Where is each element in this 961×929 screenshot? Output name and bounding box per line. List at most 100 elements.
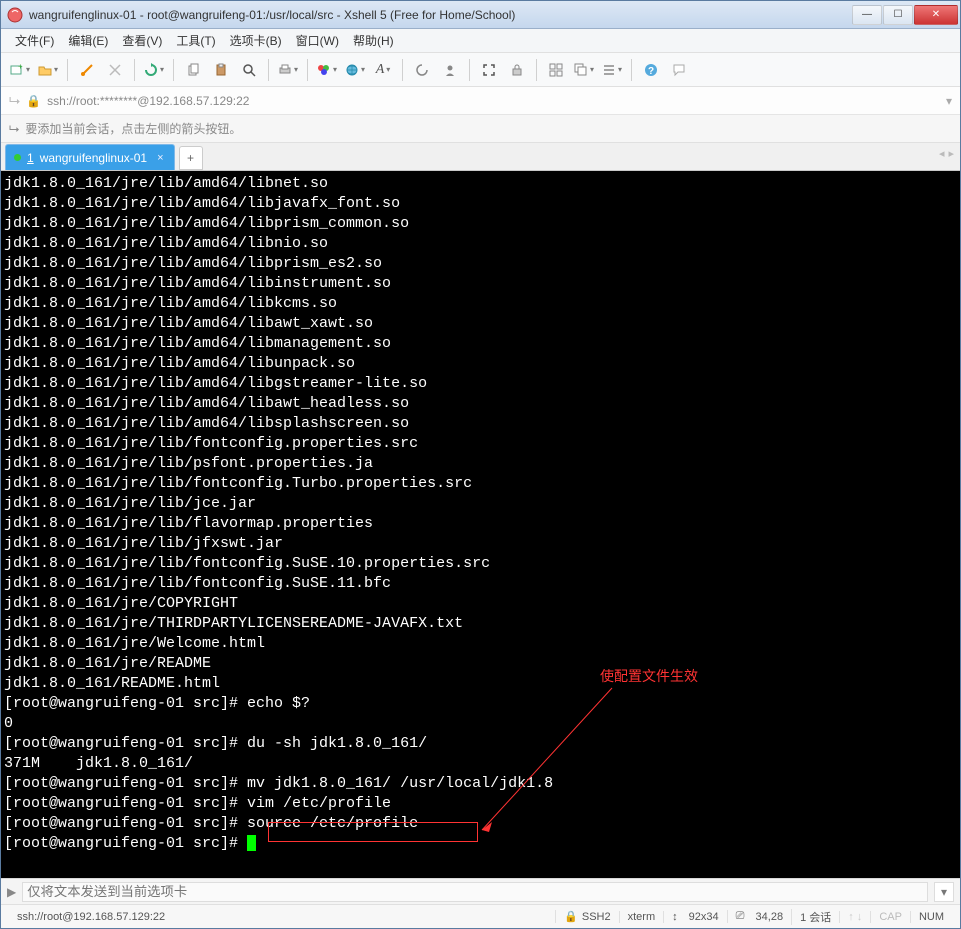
status-sessions: 1 会话	[791, 909, 839, 925]
tab-prev-icon[interactable]: ◂	[939, 147, 945, 160]
disconnect-button[interactable]	[104, 59, 126, 81]
terminal-line: [root@wangruifeng-01 src]# mv jdk1.8.0_1…	[4, 774, 957, 794]
terminal-line: jdk1.8.0_161/jre/lib/amd64/libgstreamer-…	[4, 374, 957, 394]
sendbar-input[interactable]	[22, 882, 928, 902]
list-icon[interactable]	[601, 59, 623, 81]
separator	[307, 59, 308, 81]
paste-button[interactable]	[210, 59, 232, 81]
tab-add-button[interactable]: +	[179, 146, 203, 170]
terminal-prompt[interactable]: [root@wangruifeng-01 src]#	[4, 834, 957, 854]
status-num: NUM	[910, 911, 952, 923]
help-icon[interactable]: ?	[640, 59, 662, 81]
terminal-line: 0	[4, 714, 957, 734]
terminal[interactable]: jdk1.8.0_161/jre/lib/amd64/libnet.sojdk1…	[1, 171, 960, 878]
separator	[631, 59, 632, 81]
globe-button[interactable]	[344, 59, 366, 81]
terminal-line: jdk1.8.0_161/jre/Welcome.html	[4, 634, 957, 654]
status-term: xterm	[619, 911, 664, 923]
cursor	[247, 835, 256, 851]
svg-text:?: ?	[648, 66, 654, 77]
toolbar: + A ?	[1, 53, 960, 87]
terminal-line: jdk1.8.0_161/jre/lib/fontconfig.Turbo.pr…	[4, 474, 957, 494]
maximize-button[interactable]: ☐	[883, 5, 913, 25]
terminal-line: jdk1.8.0_161/jre/lib/amd64/libjavafx_fon…	[4, 194, 957, 214]
menu-help[interactable]: 帮助(H)	[347, 30, 400, 51]
menu-edit[interactable]: 编辑(E)	[62, 30, 114, 51]
font-button[interactable]: A	[372, 59, 394, 81]
tab-next-icon[interactable]: ▸	[948, 147, 954, 160]
open-button[interactable]	[37, 59, 59, 81]
addressbar-dropdown-icon[interactable]: ▾	[946, 94, 952, 108]
terminal-line: jdk1.8.0_161/jre/lib/amd64/libnio.so	[4, 234, 957, 254]
tab-status-icon	[14, 154, 21, 161]
terminal-line: jdk1.8.0_161/jre/lib/jfxswt.jar	[4, 534, 957, 554]
fullscreen-icon[interactable]	[478, 59, 500, 81]
profile-icon[interactable]	[439, 59, 461, 81]
sendbar-dropdown[interactable]: ▾	[934, 882, 954, 902]
sendbar: ▶ ▾	[1, 878, 960, 904]
status-cursor: ⎚ 34,28	[727, 910, 791, 923]
color-button[interactable]	[316, 59, 338, 81]
terminal-line: [root@wangruifeng-01 src]# echo $?	[4, 694, 957, 714]
terminal-line: jdk1.8.0_161/jre/README	[4, 654, 957, 674]
hint-text: 要添加当前会话，点击左侧的箭头按钮。	[25, 120, 241, 137]
separator	[134, 59, 135, 81]
addressbar-arrow-icon[interactable]: ⮡	[9, 92, 20, 109]
tab-close-icon[interactable]: ×	[157, 152, 163, 164]
terminal-line: [root@wangruifeng-01 src]# vim /etc/prof…	[4, 794, 957, 814]
connect-button[interactable]	[76, 59, 98, 81]
tabstrip: 1 wangruifenglinux-01 × + ◂ ▸	[1, 143, 960, 171]
tab-active[interactable]: 1 wangruifenglinux-01 ×	[5, 144, 175, 170]
terminal-line: 371M jdk1.8.0_161/	[4, 754, 957, 774]
copy-button[interactable]	[182, 59, 204, 81]
hintbar: ⮡ 要添加当前会话，点击左侧的箭头按钮。	[1, 115, 960, 143]
refresh-icon[interactable]	[411, 59, 433, 81]
menu-file[interactable]: 文件(F)	[9, 30, 60, 51]
svg-text:+: +	[18, 63, 23, 71]
annotation-text: 使配置文件生效	[600, 668, 698, 688]
lock-icon[interactable]	[506, 59, 528, 81]
sendbar-icon: ▶	[7, 885, 16, 899]
status-size: ↕ 92x34	[663, 911, 727, 923]
separator	[67, 59, 68, 81]
minimize-button[interactable]: —	[852, 5, 882, 25]
terminal-line: jdk1.8.0_161/jre/lib/jce.jar	[4, 494, 957, 514]
cascade-icon[interactable]	[573, 59, 595, 81]
terminal-line: jdk1.8.0_161/jre/lib/amd64/libsplashscre…	[4, 414, 957, 434]
terminal-line: jdk1.8.0_161/jre/lib/amd64/libawt_headle…	[4, 394, 957, 414]
terminal-line: jdk1.8.0_161/jre/lib/fontconfig.SuSE.11.…	[4, 574, 957, 594]
terminal-line: jdk1.8.0_161/jre/lib/amd64/libmanagement…	[4, 334, 957, 354]
tile-icon[interactable]	[545, 59, 567, 81]
separator	[173, 59, 174, 81]
window-titlebar: wangruifenglinux-01 - root@wangruifeng-0…	[1, 1, 960, 29]
separator	[402, 59, 403, 81]
terminal-line: jdk1.8.0_161/jre/lib/psfont.properties.j…	[4, 454, 957, 474]
app-icon	[7, 7, 23, 23]
tab-nav: ◂ ▸	[939, 147, 954, 160]
menubar: 文件(F) 编辑(E) 查看(V) 工具(T) 选项卡(B) 窗口(W) 帮助(…	[1, 29, 960, 53]
reconnect-button[interactable]	[143, 59, 165, 81]
menu-tools[interactable]: 工具(T)	[170, 30, 221, 51]
chat-icon[interactable]	[668, 59, 690, 81]
tab-label: wangruifenglinux-01	[40, 151, 147, 165]
terminal-line: jdk1.8.0_161/jre/lib/amd64/libnet.so	[4, 174, 957, 194]
separator	[268, 59, 269, 81]
terminal-line: jdk1.8.0_161/jre/lib/amd64/libunpack.so	[4, 354, 957, 374]
terminal-line: jdk1.8.0_161/jre/lib/fontconfig.SuSE.10.…	[4, 554, 957, 574]
separator	[469, 59, 470, 81]
new-session-button[interactable]: +	[9, 59, 31, 81]
tab-index: 1	[27, 151, 34, 165]
find-button[interactable]	[238, 59, 260, 81]
addressbar-url[interactable]: ssh://root:********@192.168.57.129:22	[47, 94, 249, 108]
terminal-line: jdk1.8.0_161/jre/lib/flavormap.propertie…	[4, 514, 957, 534]
menu-view[interactable]: 查看(V)	[116, 30, 168, 51]
status-cap: CAP	[870, 911, 910, 923]
print-button[interactable]	[277, 59, 299, 81]
close-button[interactable]: ✕	[914, 5, 958, 25]
window-title: wangruifenglinux-01 - root@wangruifeng-0…	[29, 8, 851, 22]
separator	[536, 59, 537, 81]
statusbar: ssh://root@192.168.57.129:22 🔒SSH2 xterm…	[1, 904, 960, 928]
terminal-line: jdk1.8.0_161/jre/lib/amd64/libinstrument…	[4, 274, 957, 294]
menu-tabs[interactable]: 选项卡(B)	[224, 30, 288, 51]
menu-window[interactable]: 窗口(W)	[290, 30, 345, 51]
